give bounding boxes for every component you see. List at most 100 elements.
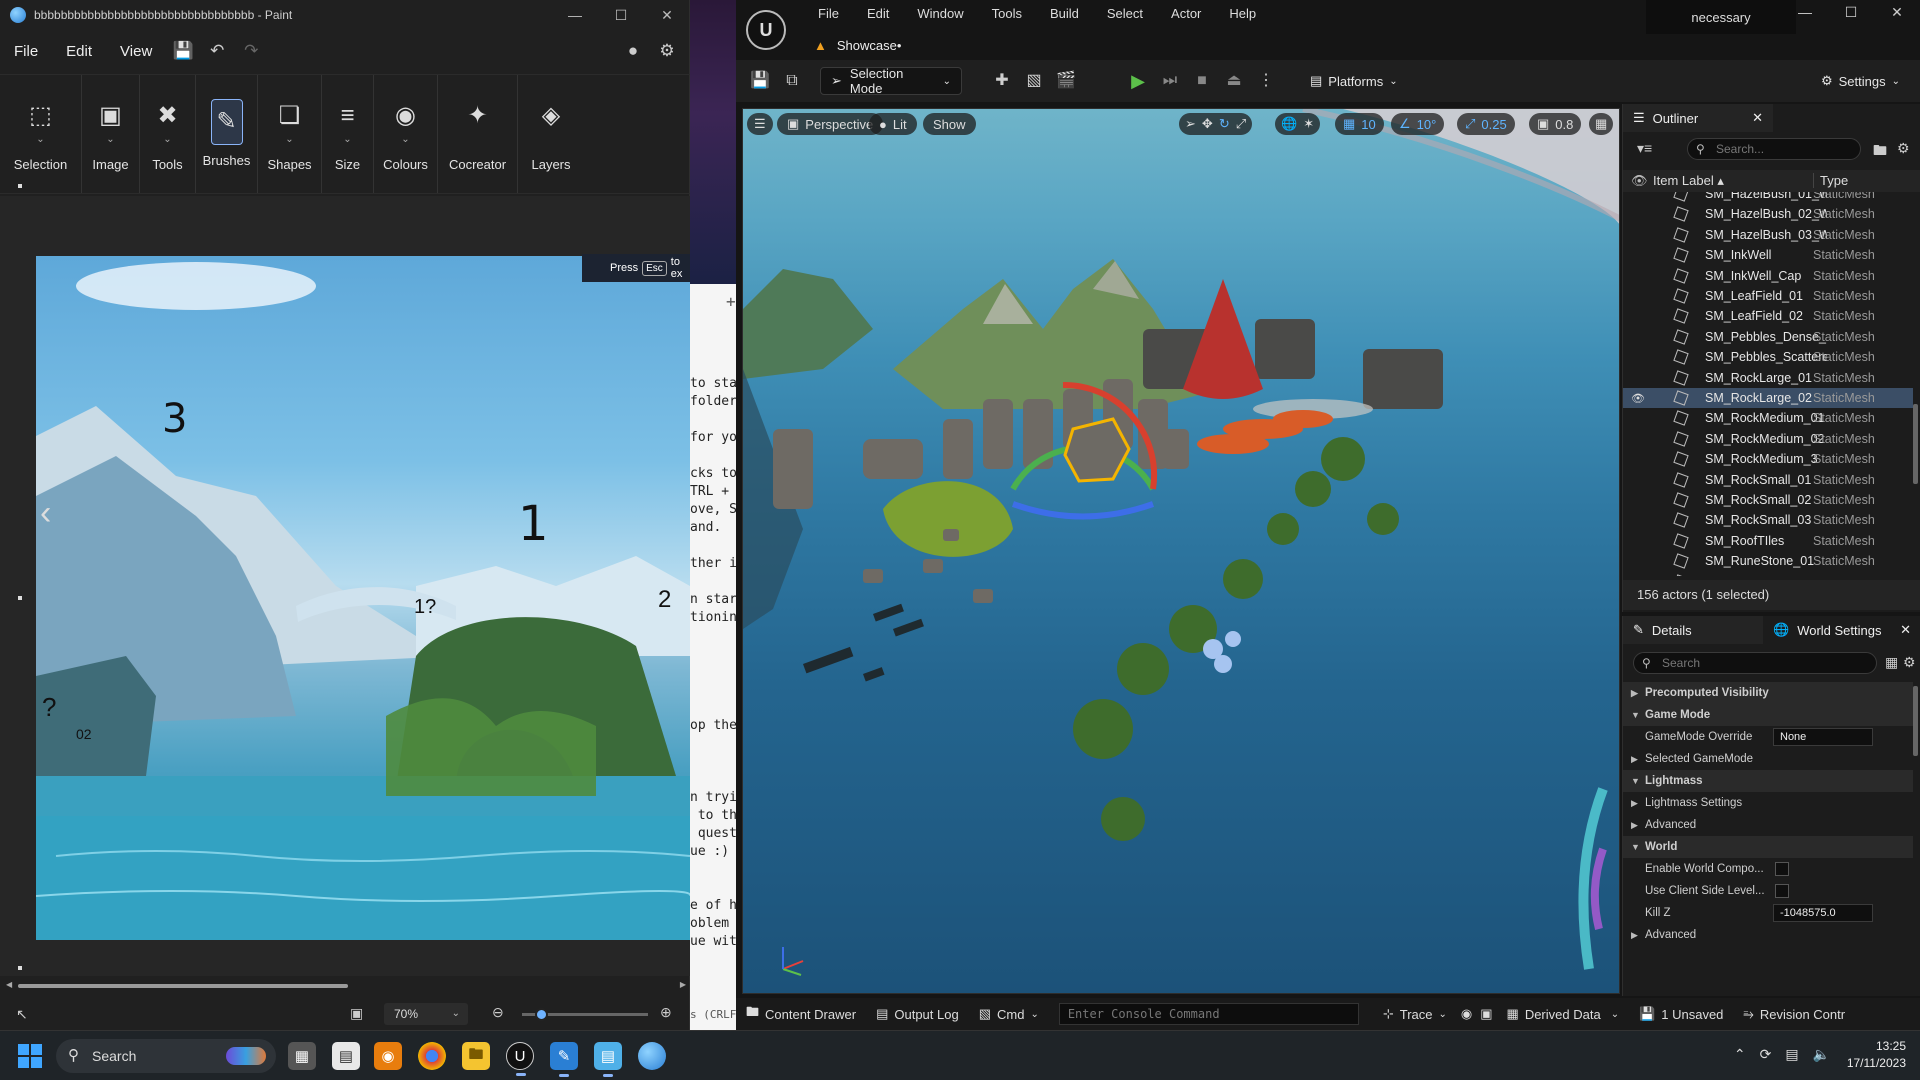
- play-icon[interactable]: ▶: [1122, 67, 1154, 95]
- ribbon-tools[interactable]: ✖ ⌄ Tools: [140, 75, 196, 193]
- outliner-row[interactable]: SM_RockLarge_01 StaticMesh: [1623, 368, 1913, 388]
- outliner-row[interactable]: SM_RockMedium_3 StaticMesh: [1623, 449, 1913, 469]
- minimize-icon[interactable]: —: [552, 0, 598, 30]
- translate-tool-icon[interactable]: ✥: [1202, 116, 1213, 132]
- platforms-dropdown[interactable]: ▤ Platforms ⌄: [1300, 67, 1408, 95]
- outliner-row[interactable]: SM_InkWell StaticMesh: [1623, 245, 1913, 265]
- surface-snap-icon[interactable]: ✶: [1303, 116, 1314, 132]
- select-tool-icon[interactable]: ➢: [1185, 116, 1196, 132]
- more-options-icon[interactable]: ⋮: [1250, 67, 1282, 95]
- blueprints-icon[interactable]: ▧: [1018, 67, 1050, 95]
- details-property-row[interactable]: Enable World Compo...: [1623, 858, 1913, 880]
- scroll-left-icon[interactable]: ◀: [6, 980, 12, 989]
- redo-icon[interactable]: ↷: [234, 41, 268, 61]
- ue-menu-help[interactable]: Help: [1215, 6, 1270, 21]
- viewport-menu-icon[interactable]: ☰: [747, 113, 773, 135]
- unsaved-button[interactable]: 💾 1 Unsaved: [1629, 1006, 1733, 1022]
- details-tab[interactable]: ✎ Details: [1623, 616, 1763, 644]
- save-icon[interactable]: 💾: [166, 41, 200, 61]
- outliner-row[interactable]: SM_RuneStone_01 StaticMesh: [1623, 551, 1913, 571]
- details-category[interactable]: ▼ Game Mode: [1623, 704, 1913, 726]
- grid-snap-value[interactable]: 10: [1361, 117, 1375, 132]
- expand-right-icon[interactable]: ▶: [1631, 798, 1638, 809]
- expand-right-icon[interactable]: ▶: [1631, 688, 1638, 699]
- filter-icon[interactable]: ▾≡: [1637, 140, 1652, 157]
- scroll-right-icon[interactable]: ▶: [680, 980, 686, 989]
- ue-menu-file[interactable]: File: [804, 6, 853, 21]
- sync-icon[interactable]: ⟳: [1760, 1046, 1772, 1063]
- taskbar-search-box[interactable]: ⚲ Search: [56, 1039, 276, 1073]
- chrome-icon[interactable]: [418, 1042, 446, 1070]
- globe-app-icon[interactable]: [638, 1042, 666, 1070]
- details-category[interactable]: ▶ Precomputed Visibility: [1623, 682, 1913, 704]
- revision-control-button[interactable]: ⥱ Revision Contr: [1733, 1006, 1855, 1022]
- outliner-row[interactable]: SM_HazelBush_03_W StaticMesh: [1623, 225, 1913, 245]
- windows-start-icon[interactable]: [18, 1044, 42, 1068]
- details-property-value[interactable]: -1048575.0: [1773, 904, 1873, 922]
- scale-tool-icon[interactable]: ⤢: [1236, 116, 1246, 132]
- column-item-label[interactable]: Item Label ▴: [1653, 173, 1724, 189]
- outliner-row[interactable]: SM_InkWell_Cap StaticMesh: [1623, 266, 1913, 286]
- add-actor-icon[interactable]: ✚: [986, 67, 1018, 95]
- cinematics-icon[interactable]: 🎬: [1050, 67, 1082, 95]
- level-tab[interactable]: ▲ Showcase•: [804, 32, 1004, 58]
- expand-down-icon[interactable]: ▼: [1631, 710, 1640, 720]
- resize-handle[interactable]: [18, 966, 22, 970]
- close-icon[interactable]: ✕: [1874, 4, 1920, 21]
- settings-gear-icon[interactable]: ⚙: [650, 41, 684, 61]
- visibility-eye-icon[interactable]: 👁: [1631, 173, 1648, 189]
- paint-canvas-area[interactable]: 3 1 2 1? ? 02 ‹: [0, 184, 690, 976]
- ribbon-selection[interactable]: ⬚ ⌄ Selection: [0, 75, 82, 193]
- trace-dropdown[interactable]: ⊹ Trace ⌄: [1373, 1006, 1457, 1022]
- rotate-tool-icon[interactable]: ↻: [1219, 116, 1230, 132]
- derived-data-dropdown[interactable]: ▦ Derived Data ⌄: [1497, 1006, 1630, 1022]
- scrollbar-thumb[interactable]: [18, 984, 348, 988]
- menu-edit[interactable]: Edit: [52, 43, 106, 60]
- minimize-icon[interactable]: —: [1782, 4, 1828, 21]
- selection-mode-dropdown[interactable]: ➢ Selection Mode ⌄: [820, 66, 962, 96]
- outliner-row[interactable]: SM_LeafField_02 StaticMesh: [1623, 306, 1913, 326]
- viewport-layout-icon[interactable]: ▦: [1589, 113, 1614, 135]
- content-drawer-button[interactable]: 🖿 Content Drawer: [736, 1003, 866, 1025]
- screenshot-icon[interactable]: ▣: [1476, 1006, 1496, 1022]
- details-category[interactable]: ▼ World: [1623, 836, 1913, 858]
- notepad-app-icon[interactable]: ▤: [594, 1042, 622, 1077]
- camera-speed-dropdown[interactable]: ▣ 0.8: [1529, 113, 1582, 135]
- ue-menu-edit[interactable]: Edit: [853, 6, 903, 21]
- save-icon[interactable]: 💾: [744, 67, 776, 95]
- resize-handle[interactable]: [18, 596, 22, 600]
- outliner-row[interactable]: SM_RockMedium_01 StaticMesh: [1623, 408, 1913, 428]
- canvas-image[interactable]: 3 1 2 1? ? 02: [36, 256, 690, 940]
- record-icon[interactable]: ◉: [1457, 1006, 1476, 1022]
- menu-file[interactable]: File: [0, 43, 52, 60]
- ribbon-cocreator[interactable]: ✦ Cocreator: [438, 75, 518, 193]
- taskbar-clock[interactable]: 13:25 17/11/2023: [1836, 1038, 1906, 1072]
- stop-icon[interactable]: ■: [1186, 67, 1218, 95]
- ribbon-image[interactable]: ▣ ⌄ Image: [82, 75, 140, 193]
- menu-view[interactable]: View: [106, 43, 166, 60]
- ue-menu-build[interactable]: Build: [1036, 6, 1093, 21]
- console-command-input[interactable]: Enter Console Command: [1058, 1003, 1359, 1025]
- lit-dropdown[interactable]: ● Lit: [869, 113, 917, 135]
- outliner-row[interactable]: SM_HazelBush_02_W StaticMesh: [1623, 204, 1913, 224]
- scale-snap-toggle[interactable]: ⤢ 0.25: [1457, 113, 1515, 135]
- ribbon-brushes[interactable]: ✎ Brushes: [196, 75, 258, 193]
- details-property-row[interactable]: ▶ Advanced: [1623, 814, 1913, 836]
- world-space-icon[interactable]: 🌐: [1281, 116, 1297, 132]
- rotation-snap-toggle[interactable]: ∠ 10°: [1391, 113, 1445, 135]
- details-checkbox[interactable]: [1775, 862, 1789, 876]
- outliner-row[interactable]: SM_RoofTIles StaticMesh: [1623, 531, 1913, 551]
- outliner-tab[interactable]: ☰ Outliner ✕: [1623, 104, 1773, 132]
- world-settings-tab[interactable]: 🌐 World Settings ✕: [1763, 616, 1920, 644]
- ue-menu-window[interactable]: Window: [903, 6, 977, 21]
- expand-right-icon[interactable]: ▶: [1631, 930, 1638, 941]
- column-type[interactable]: Type: [1813, 173, 1848, 188]
- ribbon-size[interactable]: ≡ ⌄ Size: [322, 75, 374, 193]
- details-property-row[interactable]: Use Client Side Level...: [1623, 880, 1913, 902]
- undo-icon[interactable]: ↶: [200, 41, 234, 61]
- close-icon[interactable]: ✕: [644, 0, 690, 30]
- ribbon-colours[interactable]: ◉ ⌄ Colours: [374, 75, 438, 193]
- outliner-settings-icon[interactable]: ⚙: [1897, 140, 1910, 157]
- file-explorer-icon[interactable]: 🖿: [462, 1042, 490, 1070]
- source-control-icon[interactable]: ⧉: [776, 67, 808, 95]
